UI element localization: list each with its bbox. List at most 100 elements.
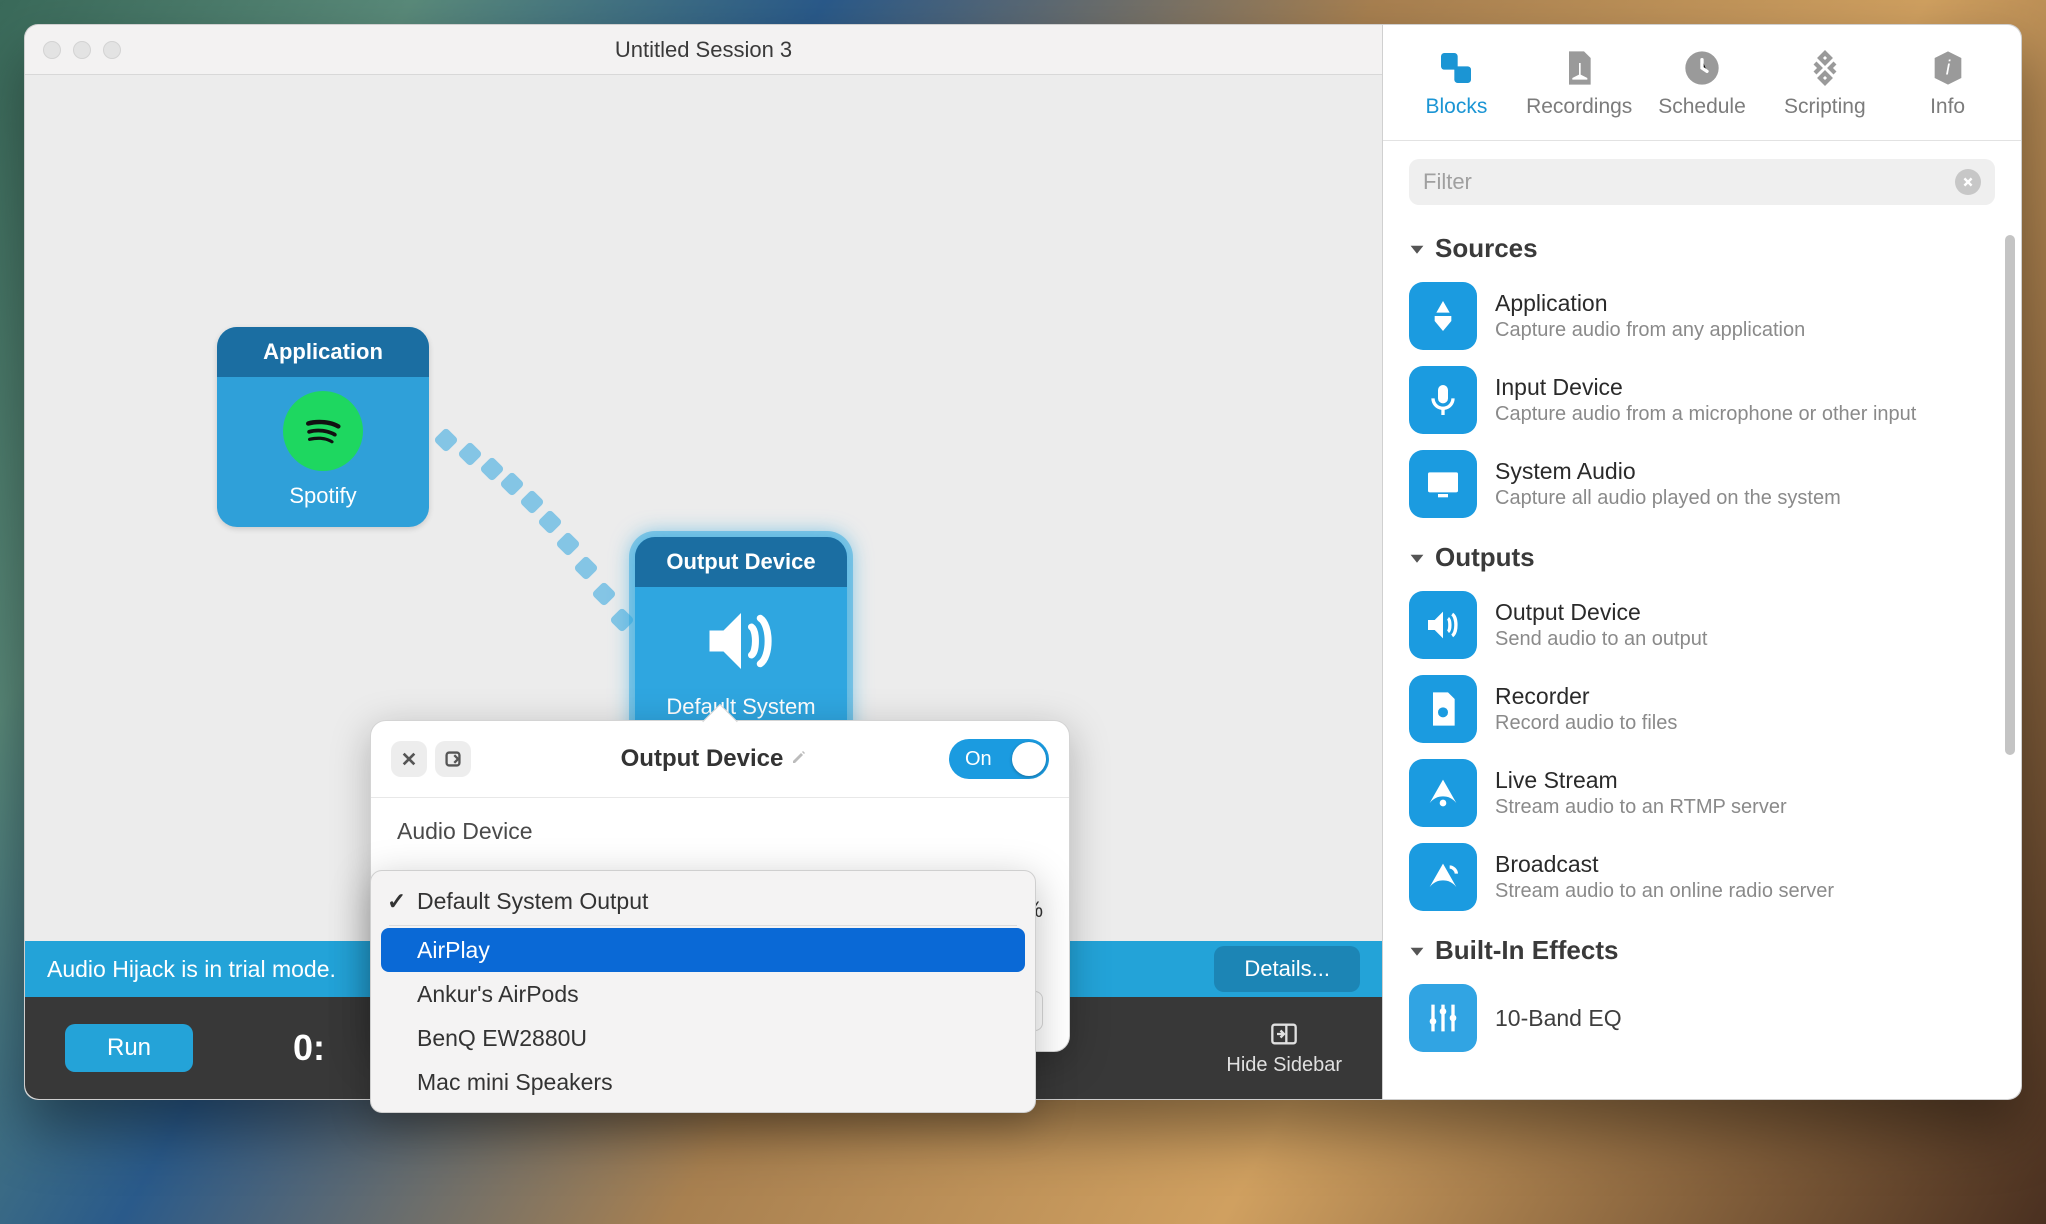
- section-effects[interactable]: Built-In Effects: [1383, 919, 2021, 976]
- microphone-icon: [1409, 366, 1477, 434]
- clear-filter-icon[interactable]: [1955, 169, 1981, 195]
- section-sources[interactable]: Sources: [1383, 217, 2021, 274]
- block-header: Application: [217, 327, 429, 377]
- toggle-knob: [1012, 742, 1046, 776]
- item-title: Output Device: [1495, 599, 1707, 626]
- chevron-down-icon: [1409, 550, 1425, 566]
- window-title: Untitled Session 3: [615, 37, 792, 63]
- dropdown-item-mac-mini[interactable]: Mac mini Speakers: [371, 1060, 1035, 1104]
- chevron-down-icon: [1409, 943, 1425, 959]
- item-sub: Record audio to files: [1495, 710, 1677, 736]
- connection-dot: [591, 581, 616, 606]
- spotify-icon: [281, 389, 365, 473]
- source-item-input-device[interactable]: Input DeviceCapture audio from a microph…: [1383, 358, 2021, 442]
- block-body: Spotify: [217, 377, 429, 527]
- audio-device-label: Audio Device: [371, 798, 1069, 855]
- schedule-icon: [1681, 47, 1723, 89]
- audio-device-dropdown: ✓ Default System Output AirPlay Ankur's …: [370, 870, 1036, 1113]
- effect-item-10-band-eq[interactable]: 10-Band EQ: [1383, 976, 2021, 1060]
- dropdown-item-benq[interactable]: BenQ EW2880U: [371, 1016, 1035, 1060]
- chevron-down-icon: [1409, 241, 1425, 257]
- source-item-application[interactable]: ApplicationCapture audio from any applic…: [1383, 274, 2021, 358]
- sidebar-content: Sources ApplicationCapture audio from an…: [1383, 213, 2021, 1099]
- connection-dot: [479, 456, 504, 481]
- file-icon: [1409, 675, 1477, 743]
- connection-dot: [433, 427, 458, 452]
- connection-dot: [519, 489, 544, 514]
- popout-button[interactable]: [435, 741, 471, 777]
- hide-sidebar-button[interactable]: Hide Sidebar: [1226, 1020, 1342, 1077]
- item-sub: Capture all audio played on the system: [1495, 485, 1841, 511]
- connection-dot: [499, 471, 524, 496]
- satellite-icon: [1409, 759, 1477, 827]
- filter-input[interactable]: Filter: [1409, 159, 1995, 205]
- svg-text:i: i: [1945, 57, 1950, 79]
- block-label: Spotify: [289, 483, 356, 509]
- tab-label: Recordings: [1526, 95, 1632, 119]
- item-title: Live Stream: [1495, 767, 1787, 794]
- sidebar: Blocks Recordings Schedule Scripting: [1383, 25, 2021, 1099]
- connection-dot: [573, 555, 598, 580]
- tab-info[interactable]: i Info: [1886, 25, 2009, 140]
- tab-label: Scripting: [1784, 95, 1866, 119]
- eq-icon: [1409, 984, 1477, 1052]
- item-sub: Capture audio from a microphone or other…: [1495, 401, 1916, 427]
- item-sub: Stream audio to an RTMP server: [1495, 794, 1787, 820]
- item-sub: Send audio to an output: [1495, 626, 1707, 652]
- output-item-output-device[interactable]: Output DeviceSend audio to an output: [1383, 583, 2021, 667]
- sidebar-scrollbar[interactable]: [2005, 235, 2015, 755]
- minimize-window-button[interactable]: [73, 41, 91, 59]
- hide-sidebar-label: Hide Sidebar: [1226, 1054, 1342, 1077]
- dropdown-separator: [389, 925, 1017, 926]
- edit-icon[interactable]: [791, 749, 807, 770]
- close-window-button[interactable]: [43, 41, 61, 59]
- toggle-label: On: [965, 748, 992, 771]
- enabled-toggle[interactable]: On: [949, 739, 1049, 779]
- connection-dot: [457, 441, 482, 466]
- output-item-live-stream[interactable]: Live StreamStream audio to an RTMP serve…: [1383, 751, 2021, 835]
- tab-recordings[interactable]: Recordings: [1518, 25, 1641, 140]
- close-popover-button[interactable]: [391, 741, 427, 777]
- block-application[interactable]: Application Spotify: [217, 327, 429, 527]
- dropdown-item-airpods[interactable]: Ankur's AirPods: [371, 972, 1035, 1016]
- tab-label: Blocks: [1425, 95, 1487, 119]
- trial-details-button[interactable]: Details...: [1214, 946, 1360, 992]
- tab-label: Info: [1930, 95, 1965, 119]
- blocks-icon: [1435, 47, 1477, 89]
- section-outputs[interactable]: Outputs: [1383, 526, 2021, 583]
- titlebar: Untitled Session 3: [25, 25, 1382, 75]
- zoom-window-button[interactable]: [103, 41, 121, 59]
- dropdown-item-default[interactable]: ✓ Default System Output: [371, 879, 1035, 923]
- section-title: Outputs: [1435, 542, 1535, 573]
- elapsed-time: 0:: [293, 1027, 325, 1069]
- dropdown-label: AirPlay: [417, 937, 490, 964]
- filter-placeholder: Filter: [1423, 169, 1472, 195]
- block-header: Output Device: [635, 537, 847, 587]
- dropdown-item-airplay[interactable]: AirPlay: [381, 928, 1025, 972]
- item-sub: Capture audio from any application: [1495, 317, 1805, 343]
- scripting-icon: [1804, 47, 1846, 89]
- source-item-system-audio[interactable]: System AudioCapture all audio played on …: [1383, 442, 2021, 526]
- display-icon: [1409, 450, 1477, 518]
- speaker-icon: [699, 599, 783, 683]
- application-icon: [1409, 282, 1477, 350]
- tab-schedule[interactable]: Schedule: [1641, 25, 1764, 140]
- checkmark-icon: ✓: [387, 888, 409, 915]
- speaker-icon: [1409, 591, 1477, 659]
- output-item-recorder[interactable]: RecorderRecord audio to files: [1383, 667, 2021, 751]
- tab-blocks[interactable]: Blocks: [1395, 25, 1518, 140]
- item-title: 10-Band EQ: [1495, 1005, 1622, 1032]
- item-title: Application: [1495, 290, 1805, 317]
- run-button[interactable]: Run: [65, 1024, 193, 1072]
- dropdown-label: BenQ EW2880U: [417, 1025, 587, 1052]
- section-title: Built-In Effects: [1435, 935, 1618, 966]
- dropdown-label: Ankur's AirPods: [417, 981, 579, 1008]
- connection-dot: [609, 607, 634, 632]
- tab-scripting[interactable]: Scripting: [1763, 25, 1886, 140]
- hide-sidebar-icon: [1268, 1020, 1300, 1048]
- item-sub: Stream audio to an online radio server: [1495, 878, 1834, 904]
- recordings-icon: [1558, 47, 1600, 89]
- item-title: Recorder: [1495, 683, 1677, 710]
- item-title: System Audio: [1495, 458, 1841, 485]
- output-item-broadcast[interactable]: BroadcastStream audio to an online radio…: [1383, 835, 2021, 919]
